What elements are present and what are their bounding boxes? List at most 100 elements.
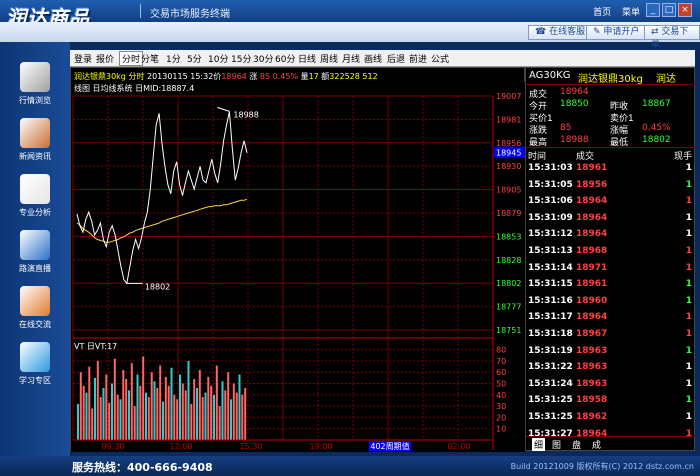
tick-volume: 1 <box>685 378 692 389</box>
close-button[interactable]: × <box>678 3 692 17</box>
volume-bar <box>218 406 221 440</box>
tick-row: 15:31:18 18967 1 <box>528 329 694 342</box>
volume-bar <box>244 388 247 440</box>
price-tick-label: 18751 <box>496 326 521 335</box>
volume-bar <box>145 392 147 440</box>
service-hotline: 服务热线：400-666-9408 <box>72 461 213 474</box>
tick-time: 15:31:25 <box>528 412 573 422</box>
tick-time: 15:31:03 <box>528 163 573 173</box>
volume-bar <box>128 390 130 440</box>
app-title: 交易市场服务终端 <box>150 9 230 20</box>
price-tick-label: 19007 <box>496 92 521 101</box>
sidebar-item-label: 在线交流 <box>19 320 51 329</box>
tick-time: 15:31:16 <box>528 295 573 306</box>
online-service-button[interactable]: ☎ 在线客服 <box>528 25 593 40</box>
maximize-button[interactable]: □ <box>662 3 676 17</box>
sidebar-item-0[interactable]: 行情浏览 <box>0 56 70 112</box>
menu-link[interactable]: 菜单 <box>622 8 640 18</box>
sidebar-item-3[interactable]: 路演直播 <box>0 224 70 280</box>
volume-tick-label: 20 <box>496 413 506 422</box>
toolbar-item-9[interactable]: 60分 <box>275 52 295 65</box>
quote-tab-0[interactable]: 细 <box>532 438 546 451</box>
toolbar-item-0[interactable]: 登录 <box>74 52 92 65</box>
quote-tabs: 细图盘成 <box>526 436 696 451</box>
volume-bar <box>210 385 213 440</box>
tick-row: 15:31:05 18956 1 <box>528 180 694 193</box>
sidebar-item-4[interactable]: 在线交流 <box>0 280 70 336</box>
quote-value: 18802 <box>642 135 671 145</box>
volume-bar <box>176 399 179 440</box>
volume-bar <box>181 383 184 440</box>
current-price-tag: 18945 <box>496 149 521 158</box>
tick-time: 15:31:06 <box>528 196 573 207</box>
sidebar-item-1[interactable]: 新闻资讯 <box>0 112 70 168</box>
toolbar-item-12[interactable]: 月线 <box>342 52 360 65</box>
tick-volume: 1 <box>685 196 692 207</box>
quote-tab-3[interactable]: 成 <box>592 438 601 451</box>
toolbar-item-3[interactable]: 分笔 <box>141 52 159 65</box>
time-tick-label: 19:00 <box>309 442 332 451</box>
volume-bar <box>221 381 224 440</box>
sidebar-item-2[interactable]: 专业分析 <box>0 168 70 224</box>
toolbar-item-11[interactable]: 周线 <box>320 52 338 65</box>
volume-label: 量 <box>300 72 309 81</box>
volume-tick-label: 70 <box>496 357 506 366</box>
volume-bar <box>139 385 142 440</box>
tick-price: 18963 <box>576 345 608 356</box>
instrument-name: 润达银鼎30kg <box>74 72 126 81</box>
tick-row: 15:31:17 18964 1 <box>528 312 694 325</box>
tick-volume: 1 <box>685 163 692 173</box>
time-tick-label: 02:00 <box>447 442 470 451</box>
instrument-code: AG30KG <box>529 70 571 81</box>
price-tick-label: 18828 <box>496 256 521 265</box>
price-tick-label: 18879 <box>496 209 521 218</box>
amount-value: 322528 <box>329 72 360 81</box>
sidebar-item-label: 专业分析 <box>19 208 51 217</box>
toolbar-item-4[interactable]: 1分 <box>166 52 181 65</box>
toolbar-item-8[interactable]: 30分 <box>253 52 273 65</box>
volume-bar <box>125 379 128 440</box>
ticks-header-time: 时间 <box>528 152 547 162</box>
volume-bar <box>213 394 215 440</box>
toolbar-item-5[interactable]: 5分 <box>187 52 202 65</box>
quote-value: 0.45% <box>642 123 671 133</box>
tick-volume: 1 <box>685 279 692 290</box>
volume-tick-label: 60 <box>496 368 506 377</box>
quote-tab-2[interactable]: 盘 <box>572 438 581 451</box>
tick-volume: 1 <box>685 295 692 306</box>
sidebar-item-5[interactable]: 学习专区 <box>0 336 70 392</box>
tick-price: 18964 <box>576 229 608 240</box>
tick-price: 18967 <box>576 329 608 339</box>
toolbar-item-15[interactable]: 前进 <box>409 52 427 65</box>
intraday-chart[interactable]: 线图 日均线系统 日MID:18887.4 19007 18981 18956 1893… <box>71 82 526 452</box>
quote-tab-1[interactable]: 图 <box>552 438 561 451</box>
tick-time: 15:31:17 <box>528 312 573 323</box>
volume-bar <box>235 392 238 440</box>
title-bar: 润达商品 交易市场服务终端 首页 菜单 _ □ × <box>0 0 700 30</box>
toolbar-item-2[interactable]: 分时 <box>119 51 144 66</box>
tick-time: 15:31:22 <box>528 362 573 373</box>
tick-row: 15:31:22 18963 1 <box>528 362 694 375</box>
toolbar-item-6[interactable]: 10分 <box>208 52 228 65</box>
tick-row: 15:31:14 18971 1 <box>528 263 694 276</box>
minimize-button[interactable]: _ <box>646 3 660 17</box>
volume-bar <box>201 397 204 440</box>
volume-bar <box>162 401 164 440</box>
place-order-button[interactable]: ⇄ 交易下单 <box>644 25 700 50</box>
open-account-button[interactable]: ✎ 申请开户 <box>586 25 647 40</box>
toolbar-item-7[interactable]: 15分 <box>231 52 251 65</box>
toolbar-item-1[interactable]: 报价 <box>96 52 114 65</box>
volume-bar <box>159 365 162 440</box>
home-link[interactable]: 首页 <box>593 8 611 18</box>
volume-bar <box>130 363 133 440</box>
tick-volume: 1 <box>685 179 692 190</box>
account-icon: ✎ <box>593 27 604 37</box>
volume-tick-label: 50 <box>496 380 506 389</box>
chat-icon <box>20 286 50 316</box>
toolbar-item-10[interactable]: 日线 <box>298 52 316 65</box>
toolbar-item-13[interactable]: 画线 <box>364 52 382 65</box>
toolbar-item-14[interactable]: 后退 <box>387 52 405 65</box>
tick-row: 15:31:13 18968 1 <box>528 246 694 259</box>
toolbar-item-16[interactable]: 公式 <box>431 52 449 65</box>
chart-info-line: 润达银鼎30kg 分时 20130115 15:32价18964 涨 85 0.… <box>74 71 378 82</box>
